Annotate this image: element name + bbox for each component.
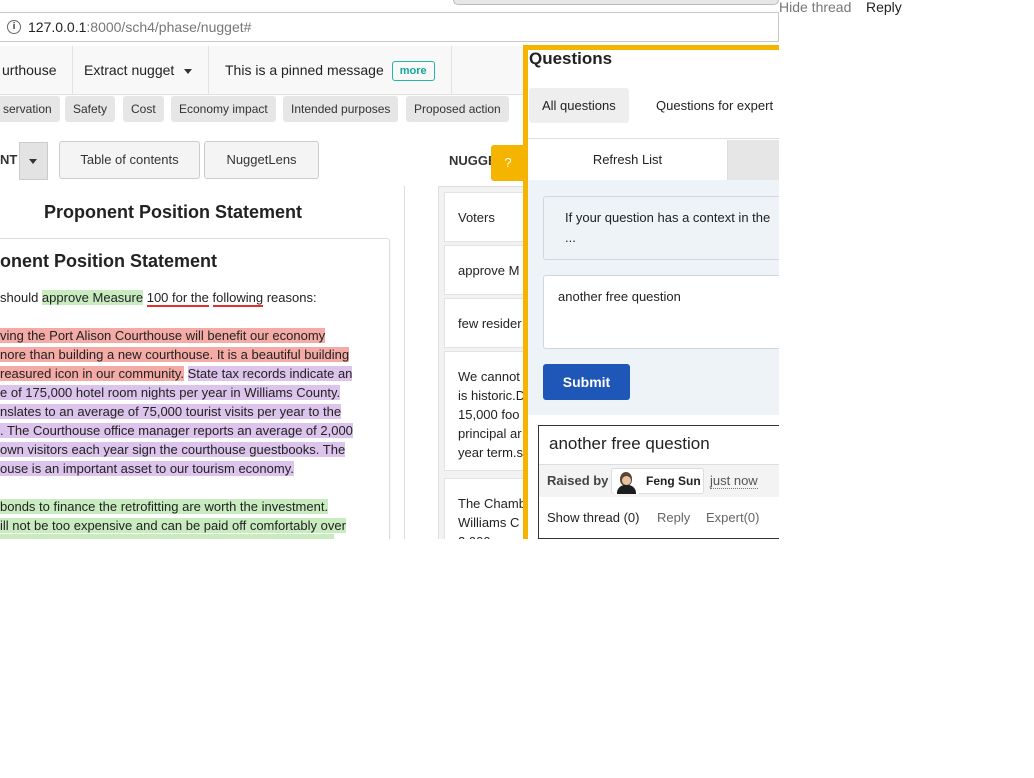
nugget-text: Williams C [458, 515, 520, 530]
nuggetlens-button[interactable]: NuggetLens [204, 141, 319, 179]
tag-cost[interactable]: Cost [123, 96, 164, 122]
raised-by-label: Raised by [547, 473, 609, 488]
document-line: ving the Port Alison Courthouse will ben… [0, 326, 326, 345]
pinned-message-text: This is a pinned message [225, 62, 384, 78]
url-text[interactable]: 127.0.0.1:8000/sch4/phase/nugget# [28, 19, 251, 35]
url-path: :8000/sch4/phase/nugget# [86, 19, 252, 35]
submit-button[interactable]: Submit [543, 364, 630, 400]
tag-intended-purposes[interactable]: Intended purposes [283, 96, 399, 122]
tag-economy-impact[interactable]: Economy impact [171, 96, 276, 122]
timestamp: just now [710, 473, 758, 489]
document-line: bonds to finance the retrofitting are wo… [0, 497, 329, 516]
user-name: Feng Sun [646, 474, 701, 488]
nugget-text: 2,000 [458, 532, 491, 539]
document-line: ouse is an important asset to our touris… [0, 459, 294, 478]
more-button[interactable]: more [391, 61, 435, 82]
document-title: Proponent Position Statement [44, 202, 303, 222]
reply-link-top[interactable]: Reply [866, 0, 902, 15]
table-of-contents-button[interactable]: Table of contents [59, 141, 200, 179]
caret-down-icon [184, 68, 193, 74]
nugget-highlight-red[interactable]: nore than building a new courthouse. It … [0, 347, 350, 362]
nugget-text: few resider [458, 316, 522, 331]
show-thread-link[interactable]: Show thread (0) [547, 510, 640, 525]
nugget-text: is historic.D [458, 388, 526, 403]
nugget-card[interactable]: The Chamb Williams C 2,000 [444, 478, 530, 539]
caret-down-icon [29, 159, 37, 164]
nav-courthouse-label: urthouse [2, 62, 57, 78]
nugget-text: 15,000 foo [458, 407, 520, 422]
extract-nugget-dropdown[interactable]: Extract nugget [68, 46, 210, 94]
tag-proposed-action[interactable]: Proposed action [406, 96, 509, 122]
tag-safety[interactable]: Safety [65, 96, 116, 122]
spell-underline: 100 for the [146, 290, 209, 307]
extract-nugget-label: Extract nugget [84, 62, 175, 78]
questions-title: Questions [529, 49, 613, 68]
hide-thread-link[interactable]: Hide thread [779, 0, 851, 15]
nuggets-heading: NUGGE [449, 153, 497, 168]
url-host: 127.0.0.1 [28, 19, 87, 35]
question-context-box[interactable]: If your question has a context in the ..… [543, 196, 779, 260]
nugget-highlight-purple[interactable]: own visitors each year sign the courthou… [0, 442, 346, 457]
tab-questions-for-expert[interactable]: Questions for expert [643, 88, 779, 123]
intro-text: reasons: [263, 290, 317, 305]
question-input[interactable]: another free question [543, 275, 779, 349]
nugget-text: We cannot [458, 369, 520, 384]
document-dropdown[interactable] [19, 142, 48, 180]
nav-courthouse[interactable]: urthouse [0, 46, 74, 94]
browser-viewport: i 127.0.0.1:8000/sch4/phase/nugget# urth… [0, 0, 779, 539]
document-card-title: onent Position Statement [0, 251, 218, 271]
address-bar[interactable]: i 127.0.0.1:8000/sch4/phase/nugget# [0, 12, 779, 42]
context-ellipsis: ... [565, 230, 576, 245]
nugget-highlight-red[interactable]: ving the Port Alison Courthouse will ben… [0, 328, 326, 343]
nugget-highlight[interactable]: approve Measure [41, 290, 144, 305]
nugget-highlight-purple[interactable]: ouse is an important asset to our touris… [0, 461, 294, 476]
avatar [614, 469, 639, 494]
nugget-highlight-purple[interactable]: nslates to an average of 75,000 tourist … [0, 404, 342, 419]
help-button[interactable]: ? [491, 145, 525, 181]
spell-underline: following [212, 290, 264, 307]
nugget-highlight-purple[interactable]: State tax records indicate an [187, 366, 353, 381]
intro-text: should [0, 290, 42, 305]
browser-tab-strip [453, 0, 779, 5]
document-line: ill not be too expensive and can be paid… [0, 516, 346, 535]
nugget-text: The Chamb [458, 496, 526, 511]
nugget-highlight-green[interactable]: bonds to finance the retrofitting are wo… [0, 499, 329, 514]
document-line: . The Courthouse office manager reports … [0, 421, 353, 440]
reply-link[interactable]: Reply [657, 510, 690, 525]
refresh-list-button[interactable]: Refresh List [528, 140, 728, 180]
nugget-text: Voters [458, 210, 495, 225]
nugget-text: approve M [458, 263, 520, 278]
nugget-highlight-green[interactable]: ill not be too expensive and can be paid… [0, 518, 346, 533]
nugget-text: principal ar [458, 426, 522, 441]
question-card-title: another free question [549, 434, 710, 453]
nugget-text: year term.s [458, 445, 524, 460]
info-icon[interactable]: i [7, 20, 21, 34]
nugget-highlight-purple[interactable]: e of 175,000 hotel room nights per year … [0, 385, 341, 400]
pinned-message: This is a pinned message more [209, 46, 452, 94]
document-line: nore than building a new courthouse. It … [0, 345, 350, 364]
tag-observation[interactable]: servation [0, 96, 60, 122]
nugget-highlight-partial [0, 534, 334, 539]
document-line: nslates to an average of 75,000 tourist … [0, 402, 342, 421]
document-line: e of 175,000 hotel room nights per year … [0, 383, 341, 402]
nugget-highlight-red[interactable]: reasured icon in our community. [0, 366, 185, 381]
nugget-highlight-purple[interactable]: . The Courthouse office manager reports … [0, 423, 353, 438]
question-input-value: another free question [558, 289, 681, 304]
document-line: reasured icon in our community. State ta… [0, 364, 353, 383]
nugget-card[interactable]: few resider [444, 298, 530, 348]
document-line: own visitors each year sign the courthou… [0, 440, 346, 459]
context-hint-text: If your question has a context in the [565, 210, 771, 225]
nugget-card[interactable]: We cannot is historic.D 15,000 foo principa… [444, 351, 530, 471]
document-intro-line: should approve Measure 100 for the follo… [0, 288, 317, 307]
nugget-card[interactable]: approve M [444, 245, 530, 295]
intro-space [209, 290, 213, 305]
tab-all-questions[interactable]: All questions [529, 88, 629, 123]
tab-divider [528, 138, 779, 139]
document-section-label: NT [0, 152, 18, 167]
nugget-card[interactable]: Voters [444, 192, 530, 242]
tag-row: servation Safety Cost Economy impact Int… [0, 96, 530, 124]
expert-link[interactable]: Expert(0) [706, 510, 759, 525]
